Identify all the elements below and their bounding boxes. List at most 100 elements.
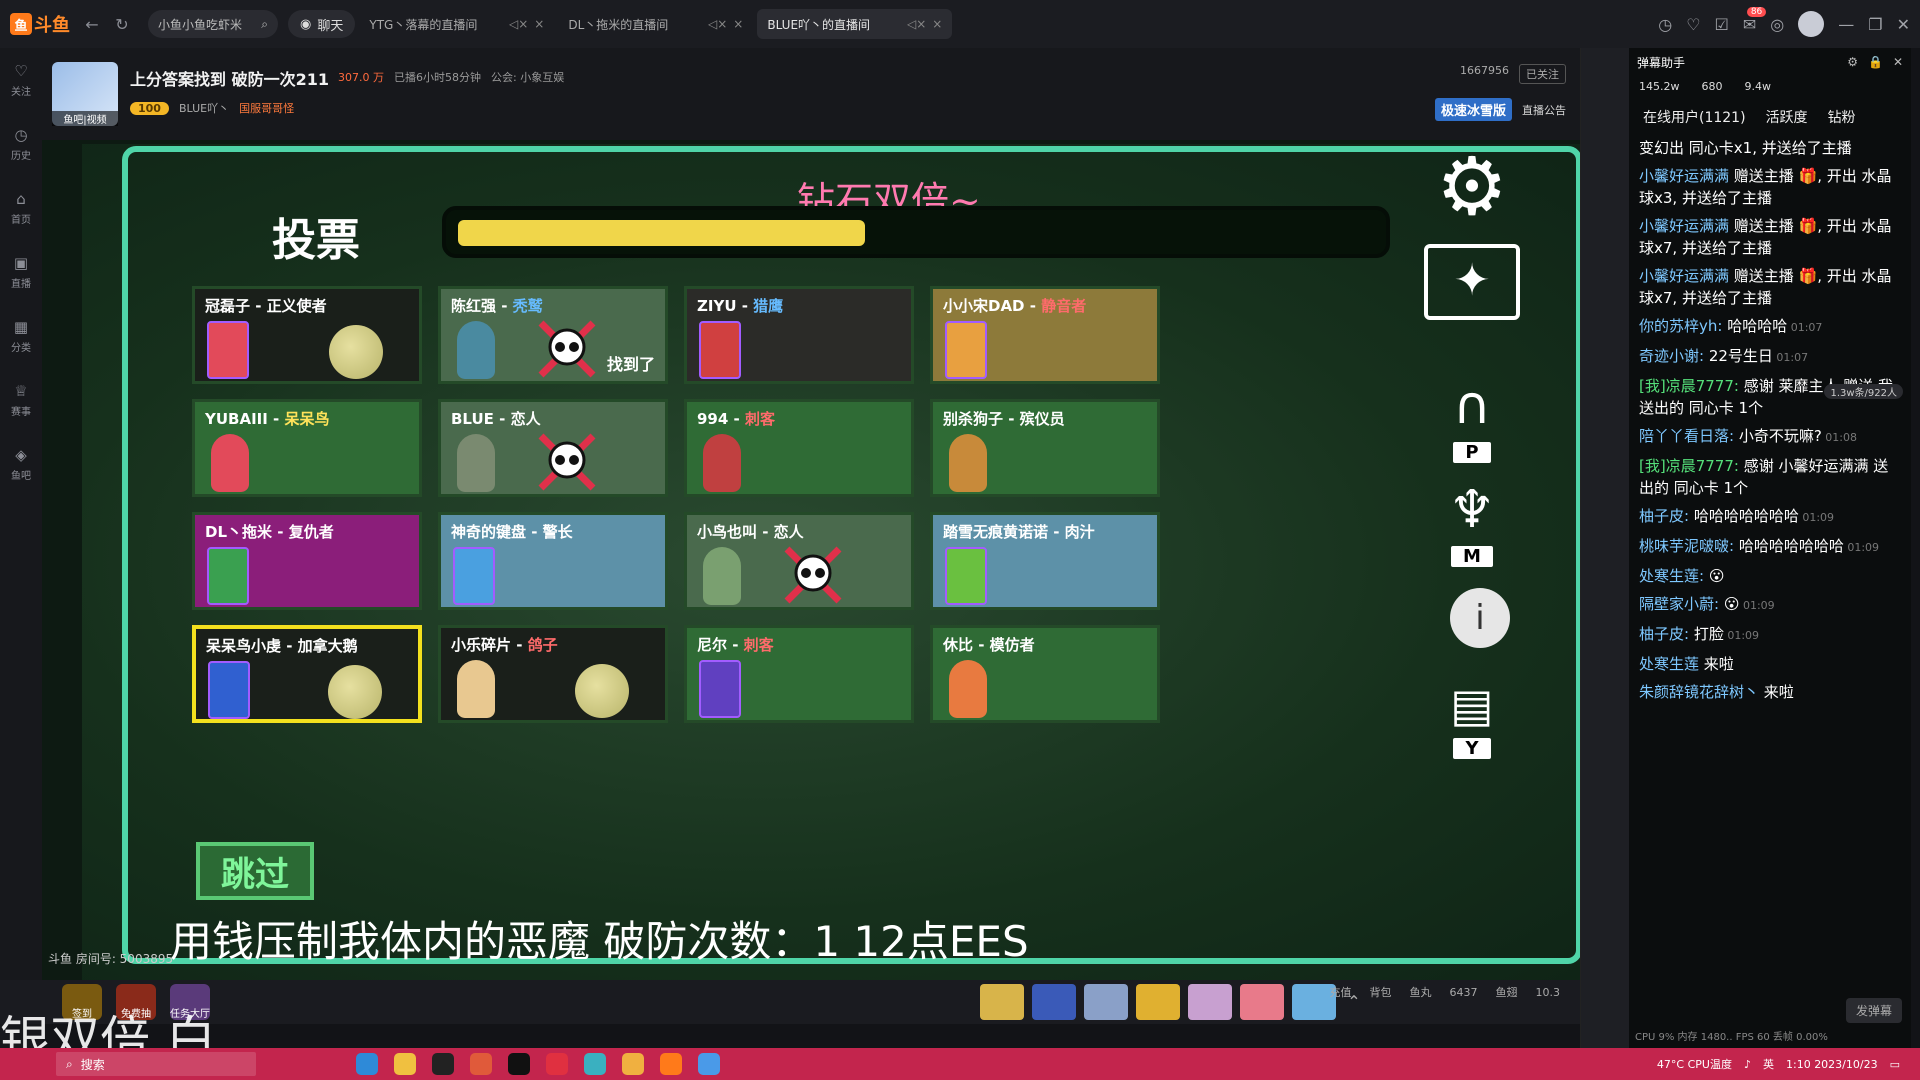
rail-item-events[interactable]: ♕ 赛事	[0, 368, 42, 432]
follow-button[interactable]: 已关注	[1519, 64, 1566, 84]
taskbar-search[interactable]: ⌕ 搜索	[56, 1052, 256, 1076]
streamer-avatar[interactable]: 鱼吧|视频	[52, 62, 118, 126]
player-card[interactable]: ZIYU - 猎鹰	[684, 286, 914, 384]
tab-activity[interactable]: 活跃度	[1766, 107, 1808, 127]
rail-item-history[interactable]: ◷ 历史	[0, 112, 42, 176]
player-card[interactable]: 小乐碎片 - 鸽子	[438, 625, 668, 723]
player-card[interactable]: 呆呆鸟小虔 - 加拿大鹅	[192, 625, 422, 723]
tab-diamond-fans[interactable]: 钻粉	[1828, 107, 1856, 127]
skip-button[interactable]: 跳过	[196, 842, 314, 900]
tab-dl[interactable]: DL丶拖米的直播间 ◁× ×	[558, 9, 753, 39]
clock[interactable]: 1:10 2023/10/23	[1786, 1058, 1878, 1071]
gift-item[interactable]	[1084, 984, 1128, 1020]
chat-username[interactable]: 小馨好运满满	[1639, 267, 1734, 285]
map-icon[interactable]: ✦	[1424, 244, 1520, 320]
rail-item-home[interactable]: ⌂ 首页	[0, 176, 42, 240]
chat-username[interactable]: 小馨好运满满	[1639, 217, 1734, 235]
netease-icon[interactable]	[546, 1053, 568, 1075]
douyu-logo[interactable]: 鱼斗鱼	[10, 11, 74, 37]
player-card[interactable]: 休比 - 模仿者	[930, 625, 1160, 723]
streamer-name[interactable]: BLUE吖丶	[179, 100, 229, 116]
player-card[interactable]: YUBAIII - 呆呆鸟	[192, 399, 422, 497]
player-card[interactable]: DL丶拖米 - 复仇者	[192, 512, 422, 610]
gift-item[interactable]	[1136, 984, 1180, 1020]
douyu-icon[interactable]	[660, 1053, 682, 1075]
minimize-icon[interactable]: —	[1838, 15, 1854, 34]
player-card[interactable]: 别杀狗子 - 殡仪员	[930, 399, 1160, 497]
fan-badge[interactable]: 国服哥哥怪	[239, 100, 294, 116]
player-card[interactable]: 小鸟也叫 - 恋人	[684, 512, 914, 610]
close-icon[interactable]: ×	[534, 17, 544, 31]
guild[interactable]: 公会: 小象互娱	[491, 69, 564, 85]
ime-indicator[interactable]: 英	[1763, 1056, 1774, 1072]
mic-key[interactable]: ♆ M	[1437, 480, 1507, 567]
player-card[interactable]: BLUE - 恋人	[438, 399, 668, 497]
gear-icon[interactable]: ⚙	[1432, 140, 1512, 233]
chat-username[interactable]: 奇迹小谢:	[1639, 347, 1709, 365]
close-icon[interactable]: ×	[733, 17, 743, 31]
user-avatar[interactable]	[1798, 11, 1825, 37]
chat-username[interactable]: 柚子皮:	[1639, 625, 1694, 643]
announce-button[interactable]: 直播公告	[1522, 102, 1566, 118]
mute-icon[interactable]: ◁×	[907, 17, 926, 31]
player-card[interactable]: 神奇的键盘 - 警长	[438, 512, 668, 610]
close-icon[interactable]: ✕	[1893, 55, 1903, 69]
mute-icon[interactable]: ◁×	[509, 17, 528, 31]
notification-center-icon[interactable]: ▭	[1890, 1058, 1900, 1071]
camera-icon[interactable]: ◎	[1770, 15, 1784, 34]
app-icon[interactable]	[470, 1053, 492, 1075]
chat-tab[interactable]: ◉ 聊天	[288, 10, 356, 38]
gift-item[interactable]	[980, 984, 1024, 1020]
app-icon[interactable]	[508, 1053, 530, 1075]
rail-item-follow[interactable]: ♡ 关注	[0, 48, 42, 112]
close-icon[interactable]: ×	[932, 17, 942, 31]
back-icon[interactable]: ←	[80, 12, 104, 36]
chat-username[interactable]: [我]凉晨7777:	[1639, 377, 1744, 395]
backpack-button[interactable]: 背包	[1370, 984, 1392, 1000]
app-icon[interactable]	[432, 1053, 454, 1075]
settings-icon[interactable]: ⚙	[1847, 55, 1858, 69]
close-window-icon[interactable]: ✕	[1897, 15, 1910, 34]
speed-version-button[interactable]: 极速冰雪版	[1434, 98, 1512, 121]
gift-item[interactable]	[1188, 984, 1232, 1020]
chat-key[interactable]: ▤ Y	[1437, 678, 1507, 759]
send-danmu-button[interactable]: 发弹幕	[1845, 998, 1902, 1023]
edge-icon[interactable]	[356, 1053, 378, 1075]
chat-username[interactable]: 桃味芋泥啵啵:	[1639, 537, 1739, 555]
tab-blue[interactable]: BLUE吖丶的直播间 ◁× ×	[757, 9, 953, 39]
app-icon[interactable]	[622, 1053, 644, 1075]
mute-icon[interactable]: ◁×	[708, 17, 727, 31]
video-player[interactable]: 投票 钻石双倍~ 冠磊子 - 正义使者 陈红强 - 秃鹫 找到了 ZIYU - 猎鹰小…	[42, 140, 1580, 980]
heart-icon[interactable]: ♡	[1686, 15, 1700, 34]
chat-username[interactable]: 隔壁家小蔚:	[1639, 595, 1724, 613]
gift-item[interactable]	[1032, 984, 1076, 1020]
player-card[interactable]: 冠磊子 - 正义使者	[192, 286, 422, 384]
player-card[interactable]: 小小宋DAD - 静音者	[930, 286, 1160, 384]
player-card[interactable]: 陈红强 - 秃鹫 找到了	[438, 286, 668, 384]
folder-icon[interactable]	[394, 1053, 416, 1075]
restore-icon[interactable]: ❐	[1868, 15, 1882, 34]
chat-username[interactable]: 朱颜辞镜花辞树丶	[1639, 683, 1764, 701]
chat-username[interactable]: 处寒生莲	[1639, 655, 1704, 673]
task-icon[interactable]: ☑	[1715, 15, 1729, 34]
app-icon[interactable]	[584, 1053, 606, 1075]
gift-item[interactable]	[1240, 984, 1284, 1020]
info-icon[interactable]: i	[1450, 588, 1510, 648]
rail-item-fishbar[interactable]: ◈ 鱼吧	[0, 432, 42, 496]
lock-icon[interactable]: 🔒	[1868, 55, 1883, 69]
tab-ytg[interactable]: YTG丶落幕的直播间 ◁× ×	[359, 9, 554, 39]
chat-username[interactable]: 处寒生莲:	[1639, 567, 1709, 585]
tab-online-users[interactable]: 在线用户(1121)	[1643, 107, 1746, 127]
rail-item-category[interactable]: ▦ 分类	[0, 304, 42, 368]
player-card[interactable]: 踏雪无痕黄诺诺 - 肉汁	[930, 512, 1160, 610]
recharge-button[interactable]: 充值	[1330, 984, 1352, 1000]
search-input[interactable]: 小鱼小鱼吃虾米 ⌕	[148, 10, 278, 38]
notification-icon[interactable]: ✉ 86	[1743, 6, 1767, 34]
chat-username[interactable]: 小馨好运满满	[1639, 167, 1734, 185]
chat-username[interactable]: [我]凉晨7777:	[1639, 457, 1744, 475]
rail-item-live[interactable]: ▣ 直播	[0, 240, 42, 304]
player-card[interactable]: 994 - 刺客	[684, 399, 914, 497]
headphones-key[interactable]: ∩ P	[1437, 376, 1507, 463]
app-icon[interactable]	[698, 1053, 720, 1075]
chat-username[interactable]: 柚子皮:	[1639, 507, 1694, 525]
